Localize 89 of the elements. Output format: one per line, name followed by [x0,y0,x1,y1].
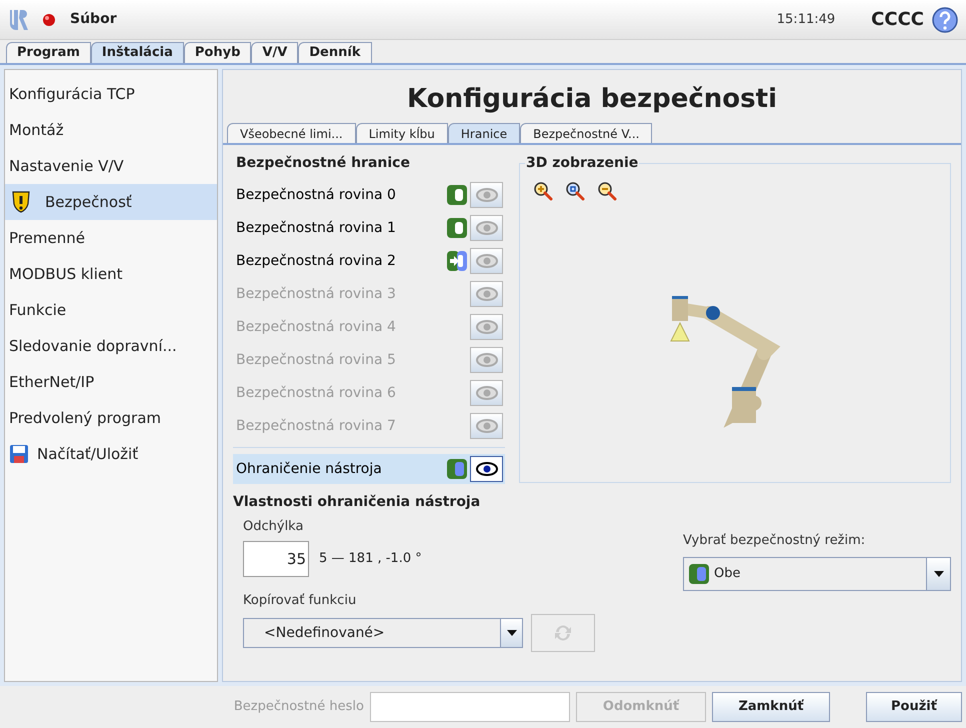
visibility-toggle[interactable] [470,314,503,340]
sidebar-item[interactable]: Načítať/Uložiť [5,436,217,472]
sidebar-item[interactable]: Nastavenie V/V [5,148,217,184]
safety-mode-dropdown[interactable]: Obe [683,556,951,590]
main-tab[interactable]: Denník [298,42,372,63]
eye-icon [474,462,498,476]
boundary-label: Bezpečnostná rovina 5 [236,350,397,370]
sidebar-item[interactable]: Sledovanie dopravní... [5,328,217,364]
field-label: Vybrať bezpečnostný režim: [683,532,866,550]
sub-tab[interactable]: Hranice [448,123,520,143]
sidebar-label: Funkcie [9,300,66,321]
section-title: Vlastnosti ohraničenia nástroja [233,493,482,512]
visibility-toggle[interactable] [470,456,503,482]
sidebar-label: Nastavenie V/V [9,156,124,177]
refresh-button[interactable] [531,614,595,652]
boundary-label: Bezpečnostná rovina 4 [236,318,397,336]
zoom-fit-icon[interactable] [565,181,585,201]
sidebar-label: Sledovanie dopravní... [9,336,177,357]
apply-button[interactable]: Použiť [866,692,962,722]
sidebar-label: Načítať/Uložiť [37,444,138,465]
boundary-label: Bezpečnostná rovina 6 [236,384,397,402]
caret-icon [506,630,516,636]
boundary-label: Bezpečnostná rovina 7 [236,416,397,436]
visibility-toggle[interactable] [470,215,503,241]
password-label: Bezpečnostné heslo [234,698,364,716]
field-label: Kopírovať funkciu [243,592,358,610]
both-mode-icon [688,562,710,584]
sidebar-item[interactable]: Premenné [5,220,217,256]
zoom-out-icon[interactable] [597,181,617,201]
sub-tab[interactable]: Všeobecné limi... [227,123,356,143]
clock: 15:11:49 [776,10,836,29]
sidebar-label: Montáž [9,120,64,141]
boundary-label: Bezpečnostná rovina 0 [236,186,397,204]
sidebar-item[interactable]: Funkcie [5,292,217,328]
boundary-label: Ohraničenie nástroja [236,460,383,478]
visibility-toggle[interactable] [470,413,503,439]
eye-icon [474,320,498,334]
boundary-label: Bezpečnostná rovina 2 [236,252,397,270]
sidebar-label: EtherNet/IP [9,372,94,393]
main-tab[interactable]: Inštalácia [90,42,184,63]
sidebar-label: Predvolený program [9,408,161,429]
eye-icon [474,287,498,301]
visibility-toggle[interactable] [470,281,503,307]
page-title: Konfigurácia bezpečnosti [406,83,778,116]
range-hint: 5 — 181 , -1.0 ° [319,550,422,568]
sub-tab[interactable]: Bezpečnostné V... [520,123,652,143]
boundary-row[interactable]: Bezpečnostná rovina 0 [233,180,505,210]
boundary-label: Bezpečnostná rovina 1 [236,218,397,238]
sidebar-item[interactable]: Bezpečnosť [5,184,217,220]
help-icon[interactable] [932,6,958,32]
zoom-in-icon[interactable] [533,181,553,201]
boundary-row[interactable]: Ohraničenie nástroja [233,454,505,484]
sidebar-label: Konfigurácia TCP [9,84,135,105]
section-title: Bezpečnostné hranice [236,154,411,173]
visibility-toggle[interactable] [470,182,503,208]
sidebar-item[interactable]: Montáž [5,112,217,148]
status-light-icon [42,12,56,26]
main-tab[interactable]: Pohyb [184,42,252,63]
eye-icon [474,353,498,367]
sidebar-label: MODBUS klient [9,264,122,285]
lock-button[interactable]: Zamknúť [712,692,830,722]
password-field[interactable] [370,692,570,722]
boundary-label: Bezpečnostná rovina 3 [236,284,397,304]
caret-icon [934,570,944,576]
logo-icon [8,8,28,32]
sidebar-item[interactable]: Predvolený program [5,400,217,436]
boundary-row[interactable]: Bezpečnostná rovina 1 [233,213,505,243]
main-tab[interactable]: Program [6,42,91,63]
visibility-toggle[interactable] [470,248,503,274]
eye-icon [474,254,498,268]
eye-icon [474,188,498,202]
eye-icon [474,221,498,235]
eye-icon [474,386,498,400]
field-label: Odchýlka [243,518,304,536]
boundary-row[interactable]: Bezpečnostná rovina 2 [233,246,505,276]
copy-feature-dropdown[interactable]: <Nedefinované> [243,618,523,648]
visibility-toggle[interactable] [470,347,503,373]
sidebar-label: Premenné [9,228,85,249]
file-menu[interactable]: Súbor [70,9,117,30]
sidebar-item[interactable]: EtherNet/IP [5,364,217,400]
eye-icon [474,419,498,433]
sub-tab[interactable]: Limity kĺbu [356,123,448,143]
sidebar-item[interactable]: MODBUS klient [5,256,217,292]
main-tab[interactable]: V/V [251,42,298,63]
sidebar-label: Bezpečnosť [45,192,132,213]
robot-name: CCCC [871,8,924,32]
sidebar-item[interactable]: Konfigurácia TCP [5,76,217,112]
deviation-field[interactable]: 35 [243,540,309,576]
visibility-toggle[interactable] [470,380,503,406]
